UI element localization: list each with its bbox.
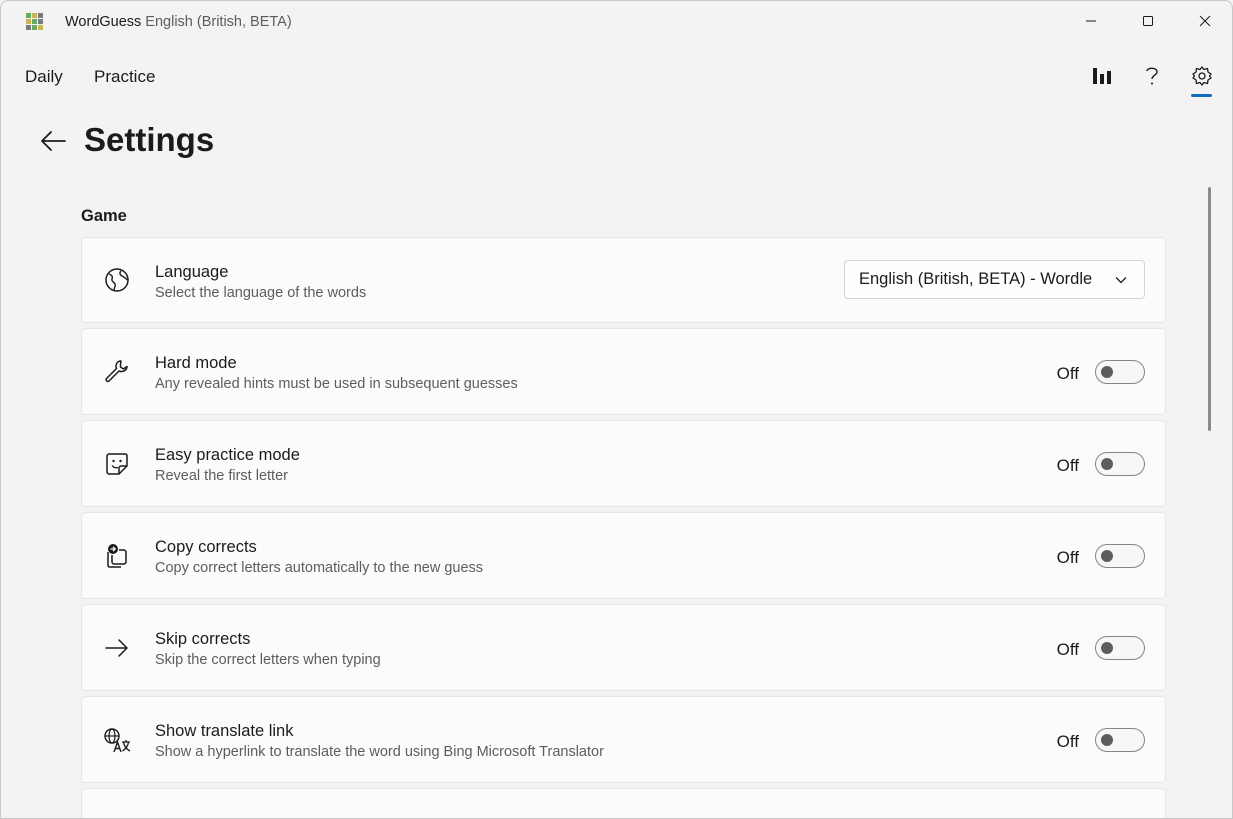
logo-tile bbox=[38, 13, 43, 18]
settings-button[interactable] bbox=[1189, 63, 1215, 89]
setting-card-copy-corrects: Copy corrects Copy correct letters autom… bbox=[81, 512, 1166, 599]
minimize-button[interactable] bbox=[1062, 1, 1119, 41]
setting-title: Easy practice mode bbox=[155, 446, 300, 464]
help-button[interactable] bbox=[1139, 63, 1165, 89]
selected-nav-indicator bbox=[1191, 94, 1212, 97]
app-logo-icon bbox=[26, 13, 44, 31]
setting-title: Show translate link bbox=[155, 722, 294, 740]
copy-arrow-icon bbox=[103, 542, 131, 570]
setting-description: Select the language of the words bbox=[155, 285, 367, 301]
setting-description: Show a hyperlink to translate the word u… bbox=[155, 744, 604, 760]
maximize-button[interactable] bbox=[1119, 1, 1176, 41]
logo-tile bbox=[32, 25, 37, 30]
setting-description: Reveal the first letter bbox=[155, 468, 288, 484]
toggle-state-label: Off bbox=[1056, 640, 1079, 659]
page-title: Settings bbox=[84, 121, 215, 158]
hard-mode-toggle[interactable] bbox=[1095, 360, 1145, 384]
logo-tile bbox=[32, 19, 37, 24]
setting-card-easy-practice-mode: Easy practice mode Reveal the first lett… bbox=[81, 420, 1166, 507]
nav-daily[interactable]: Daily bbox=[25, 67, 63, 87]
logo-tile bbox=[26, 19, 31, 24]
scrollbar-thumb[interactable] bbox=[1208, 187, 1211, 431]
maximize-icon bbox=[1142, 16, 1153, 26]
wrench-icon bbox=[103, 358, 131, 386]
logo-tile bbox=[32, 13, 37, 18]
section-title-game: Game bbox=[81, 207, 127, 225]
app-subtitle: English (British, BETA) bbox=[145, 14, 292, 30]
setting-card-next bbox=[81, 788, 1166, 818]
easy-practice-mode-toggle[interactable] bbox=[1095, 452, 1145, 476]
toggle-state-label: Off bbox=[1056, 732, 1079, 751]
statistics-button[interactable] bbox=[1089, 63, 1115, 89]
toggle-state-label: Off bbox=[1056, 364, 1079, 383]
logo-tile bbox=[26, 25, 31, 30]
setting-description: Any revealed hints must be used in subse… bbox=[155, 376, 518, 392]
setting-title: Language bbox=[155, 263, 229, 281]
setting-description: Copy correct letters automatically to th… bbox=[155, 560, 484, 576]
toggle-state-label: Off bbox=[1056, 548, 1079, 567]
copy-corrects-toggle[interactable] bbox=[1095, 544, 1145, 568]
close-button[interactable] bbox=[1176, 1, 1232, 41]
window-title: WordGuess English (British, BETA) bbox=[65, 14, 292, 30]
setting-card-show-translate-link: Show translate link Show a hyperlink to … bbox=[81, 696, 1166, 783]
back-arrow-icon bbox=[41, 131, 66, 151]
show-translate-link-toggle[interactable] bbox=[1095, 728, 1145, 752]
back-button[interactable] bbox=[35, 123, 71, 159]
nav-practice[interactable]: Practice bbox=[94, 67, 155, 87]
settings-icon bbox=[1192, 66, 1212, 86]
logo-tile bbox=[38, 25, 43, 30]
language-dropdown[interactable]: English (British, BETA) - Wordle bbox=[844, 260, 1145, 299]
logo-tile bbox=[38, 19, 43, 24]
setting-card-language: Language Select the language of the word… bbox=[81, 237, 1166, 323]
setting-title: Skip corrects bbox=[155, 630, 251, 648]
arrow-right-icon bbox=[103, 634, 131, 662]
chevron-down-icon bbox=[1115, 277, 1127, 284]
setting-description: Skip the correct letters when typing bbox=[155, 652, 381, 668]
globe-icon bbox=[103, 266, 131, 294]
title-bar[interactable]: WordGuess English (British, BETA) bbox=[1, 1, 1232, 43]
setting-card-hard-mode: Hard mode Any revealed hints must be use… bbox=[81, 328, 1166, 415]
minimize-icon bbox=[1085, 20, 1096, 22]
sticker-icon bbox=[103, 450, 131, 478]
skip-corrects-toggle[interactable] bbox=[1095, 636, 1145, 660]
app-name: WordGuess bbox=[65, 14, 142, 30]
close-icon bbox=[1199, 15, 1210, 27]
setting-title: Copy corrects bbox=[155, 538, 257, 556]
help-icon bbox=[1146, 67, 1158, 85]
setting-title: Hard mode bbox=[155, 354, 237, 372]
translate-icon bbox=[103, 726, 131, 754]
statistics-icon bbox=[1093, 68, 1111, 84]
dropdown-value: English (British, BETA) - Wordle bbox=[859, 270, 1093, 288]
setting-card-skip-corrects: Skip corrects Skip the correct letters w… bbox=[81, 604, 1166, 691]
toggle-state-label: Off bbox=[1056, 456, 1079, 475]
logo-tile bbox=[26, 13, 31, 18]
app-window: WordGuess English (British, BETA) Daily P… bbox=[0, 0, 1233, 819]
